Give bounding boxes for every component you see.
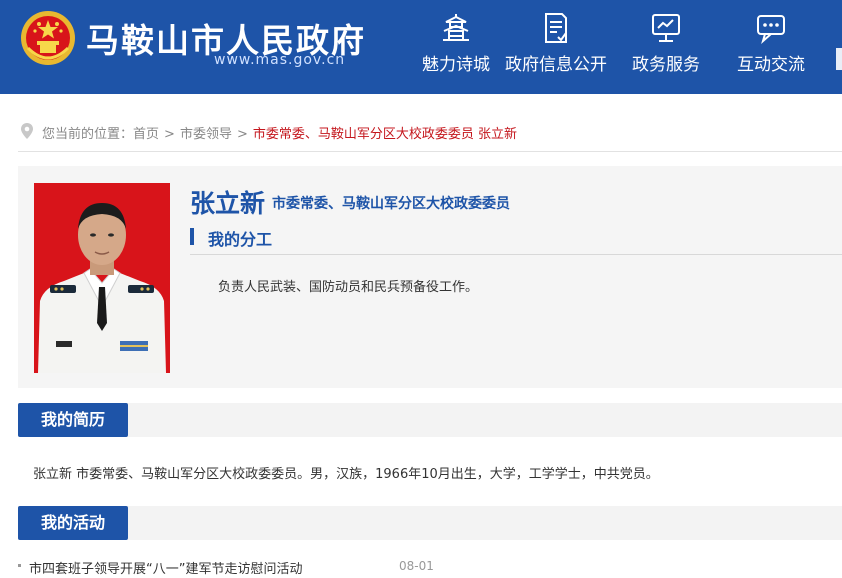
resume-text: 张立新 市委常委、马鞍山军分区大校政委委员。男，汉族，1966年10月出生，大学… [33,467,659,482]
nav-item-interaction[interactable]: 互动交流 [726,12,816,75]
list-item: 市四套班子领导开展“八一”建军节走访慰问活动 08-01 [18,556,842,578]
monitor-icon [652,14,680,42]
resume-section-header: 我的简历 [18,403,842,437]
nav-overflow-edge [836,48,842,70]
breadcrumb: 您当前的位置：首页 > 市委领导 > 市委常委、马鞍山军分区大校政委委员 张立新 [18,118,842,152]
leader-profile-card: 张立新 市委常委、马鞍山军分区大校政委委员 我的分工 负责人民武装、国防动员和民… [18,166,842,388]
breadcrumb-separator: > [164,127,175,142]
chat-bubble-icon [757,15,785,44]
leader-position: 市委常委、马鞍山军分区大校政委委员 [272,196,510,212]
leader-name: 张立新 [190,189,266,218]
breadcrumb-current: 市委常委、马鞍山军分区大校政委委员 张立新 [252,127,517,142]
pagoda-icon [443,14,469,41]
nav-label: 政务服务 [632,55,700,75]
nav-label: 互动交流 [737,55,805,75]
leader-portrait-photo [34,183,170,373]
national-emblem-logo[interactable] [20,10,76,66]
site-header: 马鞍山市人民政府 www.mas.gov.cn 魅力诗城 政府信息公开 政务服务… [0,0,842,94]
bullet-dot [18,564,21,567]
nav-item-charm-city[interactable]: 魅力诗城 [410,12,502,75]
nav-item-gov-info[interactable]: 政府信息公开 [500,12,612,75]
location-pin-icon [21,123,33,139]
document-icon [545,13,567,43]
activity-link[interactable]: 市四套班子领导开展“八一”建军节走访慰问活动 [29,558,302,577]
activity-date: 08-01 [399,559,434,573]
breadcrumb-section-link[interactable]: 市委领导 [180,127,232,142]
duty-text: 负责人民武装、国防动员和民兵预备役工作。 [218,280,479,295]
breadcrumb-home-link[interactable]: 首页 [133,127,159,142]
site-url: www.mas.gov.cn [214,52,346,68]
breadcrumb-prefix: 您当前的位置： [42,127,134,142]
nav-item-services[interactable]: 政务服务 [622,12,710,75]
duty-heading-label: 我的分工 [208,230,273,249]
duty-heading: 我的分工 [190,223,842,255]
breadcrumb-separator: > [236,127,248,142]
resume-tab: 我的简历 [18,403,128,437]
nav-label: 魅力诗城 [422,55,490,75]
activities-section-header: 我的活动 [18,506,842,540]
activities-tab: 我的活动 [18,506,128,540]
heading-accent-bar [190,228,194,245]
nav-label: 政府信息公开 [505,55,607,75]
